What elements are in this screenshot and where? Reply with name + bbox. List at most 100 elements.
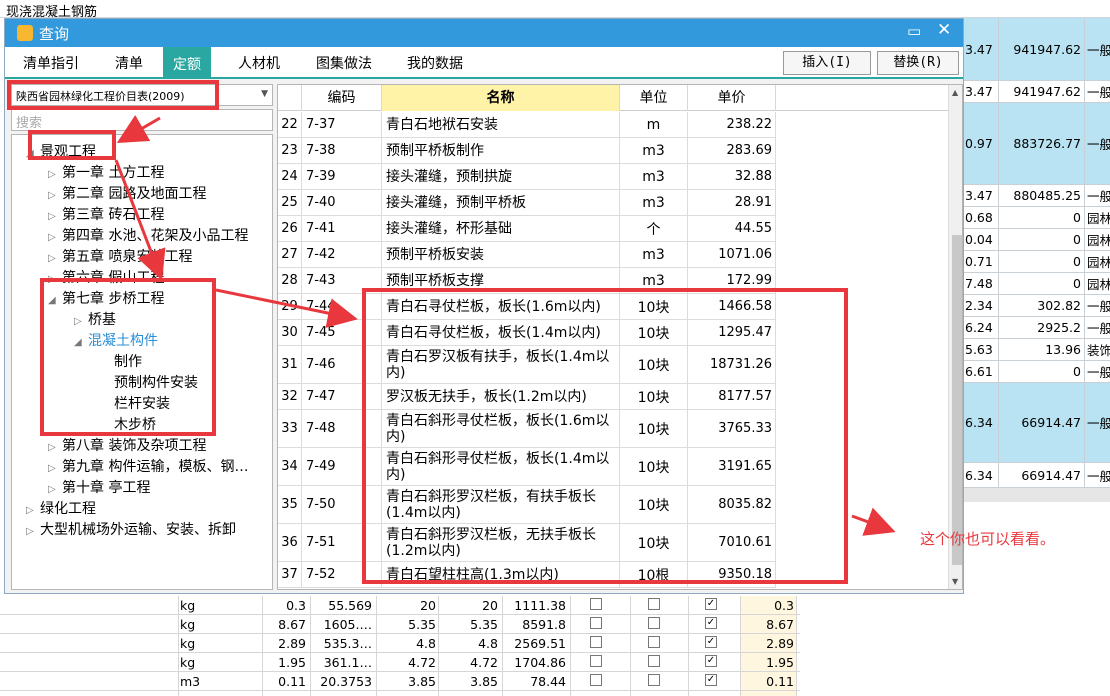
- background-cell: 2.34: [963, 295, 999, 316]
- tree-node-label: 制作: [114, 354, 142, 370]
- table-row[interactable]: 23 7-38 预制平桥板制作 m3 283.69: [278, 138, 776, 164]
- tab-atlas-method[interactable]: 图集做法: [316, 53, 372, 73]
- tree-node-label: 桥基: [88, 312, 116, 328]
- checkbox[interactable]: ✓: [705, 655, 717, 667]
- table-row[interactable]: 35 7-50 青白石斜形罗汉栏板，有扶手板长(1.4m以内) 10块 8035.82: [278, 486, 776, 524]
- collapsed-icon[interactable]: ▷: [26, 505, 40, 516]
- expanded-icon[interactable]: ◢: [26, 148, 40, 159]
- table-row[interactable]: 26 7-41 接头灌缝，杯形基础个 44.55: [278, 216, 776, 242]
- scrollbar-thumb[interactable]: [952, 235, 962, 565]
- tree-node-label: 第九章 构件运输，模板、钢…: [62, 459, 249, 475]
- tab-my-data[interactable]: 我的数据: [407, 53, 463, 73]
- checkbox[interactable]: [648, 598, 660, 610]
- table-row[interactable]: 31 7-46 青白石罗汉板有扶手，板长(1.4m以内) 10块 18731.26: [278, 346, 776, 384]
- background-cell: 4.8: [478, 636, 498, 651]
- collapsed-icon[interactable]: ▷: [26, 526, 40, 537]
- expanded-icon[interactable]: ◢: [74, 337, 88, 348]
- row-price: 7010.61: [688, 524, 776, 561]
- header-price[interactable]: 单价: [688, 85, 776, 111]
- background-sheet-header: 现浇混凝土钢筋: [0, 0, 1110, 20]
- scroll-up-icon[interactable]: ▲: [952, 88, 958, 97]
- tree-node[interactable]: 预制构件安装: [100, 372, 198, 392]
- checkbox[interactable]: ✓: [705, 598, 717, 610]
- header-code[interactable]: 编码: [302, 85, 382, 111]
- collapsed-icon[interactable]: ▷: [48, 484, 62, 495]
- header-name[interactable]: 名称: [382, 85, 620, 111]
- tree-node[interactable]: ▷ 绿化工程: [26, 498, 96, 518]
- tree-node[interactable]: ▷ 第四章 水池、花架及小品工程: [48, 225, 248, 245]
- table-row[interactable]: 36 7-51 青白石斜形罗汉栏板，无扶手板长(1.2m以内) 10块 7010.61: [278, 524, 776, 562]
- replace-button[interactable]: 替换(R): [877, 51, 959, 75]
- background-row: 3.47 880485.25 一般: [963, 185, 1110, 207]
- row-code: 7-49: [302, 448, 382, 485]
- checkbox[interactable]: [590, 617, 602, 629]
- row-price: 44.55: [688, 216, 776, 241]
- table-row[interactable]: 37 7-52 青白石望柱柱高(1.3m以内) 10根 9350.18: [278, 562, 776, 588]
- collapsed-icon[interactable]: ▷: [48, 442, 62, 453]
- tree-node[interactable]: ▷ 第一章 土方工程: [48, 162, 164, 182]
- table-row[interactable]: 34 7-49 青白石斜形寻仗栏板，板长(1.4m以内) 10块 3191.65: [278, 448, 776, 486]
- header-unit[interactable]: 单位: [620, 85, 688, 111]
- tree-node[interactable]: ▷ 第五章 喷泉安装工程: [48, 246, 192, 266]
- expanded-icon[interactable]: ◢: [48, 295, 62, 306]
- collapsed-icon[interactable]: ▷: [48, 211, 62, 222]
- close-icon[interactable]: ✕: [937, 20, 951, 40]
- collapsed-icon[interactable]: ▷: [48, 232, 62, 243]
- table-row[interactable]: 32 7-47 罗汉板无扶手，板长(1.2m以内) 10块 8177.57: [278, 384, 776, 410]
- tree-node[interactable]: ◢ 第七章 步桥工程: [48, 288, 164, 308]
- table-row[interactable]: 27 7-42 预制平桥板安装 m3 1071.06: [278, 242, 776, 268]
- library-select[interactable]: 陕西省园林绿化工程价目表(2009) ▼: [11, 84, 273, 106]
- tree-node[interactable]: 木步桥: [100, 414, 156, 434]
- scroll-down-icon[interactable]: ▼: [952, 577, 958, 586]
- collapsed-icon[interactable]: ▷: [48, 253, 62, 264]
- background-cell: 6.24: [963, 317, 999, 338]
- table-row[interactable]: 33 7-48 青白石斜形寻仗栏板，板长(1.6m以内) 10块 3765.33: [278, 410, 776, 448]
- tree-node[interactable]: 制作: [100, 351, 142, 371]
- checkbox[interactable]: [648, 617, 660, 629]
- tab-labor-material[interactable]: 人材机: [238, 53, 280, 73]
- tree-search-input[interactable]: 搜索: [11, 109, 273, 131]
- tree-node[interactable]: ▷ 第三章 砖石工程: [48, 204, 164, 224]
- checkbox[interactable]: [590, 655, 602, 667]
- checkbox[interactable]: [648, 655, 660, 667]
- checkbox[interactable]: [648, 674, 660, 686]
- tab-bill[interactable]: 清单: [115, 53, 143, 73]
- table-row[interactable]: 29 7-44 青白石寻仗栏板，板长(1.6m以内) 10块 1466.58: [278, 294, 776, 320]
- collapsed-icon[interactable]: ▷: [48, 169, 62, 180]
- tree-node[interactable]: ◢ 混凝土构件: [74, 330, 158, 350]
- table-row[interactable]: 24 7-39 接头灌缝，预制拱旋 m3 32.88: [278, 164, 776, 190]
- table-row[interactable]: 30 7-45 青白石寻仗栏板，板长(1.4m以内) 10块 1295.47: [278, 320, 776, 346]
- tree-node[interactable]: ▷ 大型机械场外运输、安装、拆卸: [26, 519, 236, 539]
- tree-node[interactable]: ▷ 第二章 园路及地面工程: [48, 183, 206, 203]
- insert-button[interactable]: 插入(I): [783, 51, 871, 75]
- table-row[interactable]: 28 7-43 预制平桥板支撑 m3 172.99: [278, 268, 776, 294]
- checkbox[interactable]: [590, 674, 602, 686]
- collapsed-icon[interactable]: ▷: [48, 274, 62, 285]
- grid-scrollbar[interactable]: ▲ ▼: [948, 85, 962, 589]
- tree-node[interactable]: 栏杆安装: [100, 393, 170, 413]
- checkbox[interactable]: ✓: [705, 617, 717, 629]
- table-row[interactable]: 25 7-40 接头灌缝，预制平桥板 m3 28.91: [278, 190, 776, 216]
- tree-node[interactable]: ▷ 第九章 构件运输，模板、钢…: [48, 456, 248, 476]
- tab-bill-guide[interactable]: 清单指引: [23, 53, 79, 73]
- tree-node[interactable]: ▷ 第六章 假山工程: [48, 267, 164, 287]
- tree-node[interactable]: ▷ 第八章 装饰及杂项工程: [48, 435, 206, 455]
- background-cell: 0.11: [766, 674, 794, 689]
- checkbox[interactable]: ✓: [705, 674, 717, 686]
- tree-node[interactable]: ▷ 桥基: [74, 309, 116, 329]
- checkbox[interactable]: ✓: [705, 636, 717, 648]
- tree-node[interactable]: ▷ 第十章 亭工程: [48, 477, 150, 497]
- background-cell: 0: [999, 361, 1085, 382]
- collapsed-icon[interactable]: ▷: [48, 190, 62, 201]
- checkbox[interactable]: [648, 636, 660, 648]
- table-row[interactable]: 22 7-37 青白石地袱石安装 m 238.22: [278, 112, 776, 138]
- checkbox[interactable]: [590, 636, 602, 648]
- tab-quota[interactable]: 定额: [163, 47, 211, 77]
- background-row: 0.71 0 园林: [963, 251, 1110, 273]
- collapsed-icon[interactable]: ▷: [48, 463, 62, 474]
- maximize-icon[interactable]: ▭: [907, 22, 921, 40]
- tree-node[interactable]: ◢ 景观工程: [26, 141, 96, 161]
- row-unit: 10块: [620, 448, 688, 485]
- collapsed-icon[interactable]: ▷: [74, 316, 88, 327]
- checkbox[interactable]: [590, 598, 602, 610]
